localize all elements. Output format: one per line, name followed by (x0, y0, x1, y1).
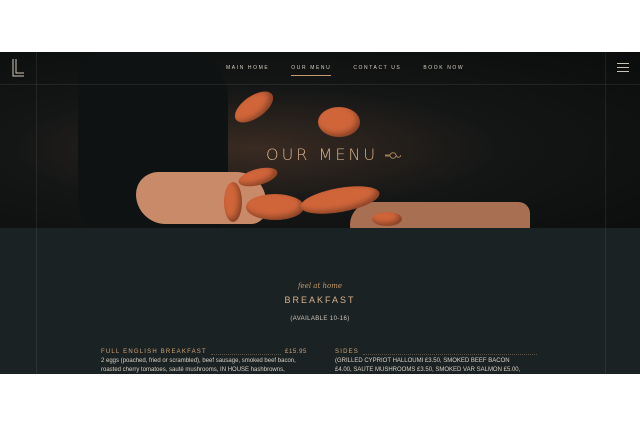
nav-item-book-now[interactable]: BOOK NOW (423, 65, 464, 71)
menu-item-description: 2 eggs (poached, fried or scrambled), be… (101, 358, 296, 364)
shrimp-image (246, 194, 304, 220)
menu-section: feel at home BREAKFAST (AVAILABLE 10-16)… (0, 228, 640, 374)
menu-item-price: £15.95 (285, 349, 307, 355)
nav-item-main-home[interactable]: MAIN HOME (226, 65, 269, 71)
shrimp-image (229, 85, 279, 129)
menu-item-leader (363, 350, 537, 355)
main-nav: MAIN HOME OUR MENU CONTACT US BOOK NOW (226, 65, 486, 76)
menu-item-description: roasted cherry tomatoes, sauté mushrooms… (101, 367, 285, 373)
menu-item-name: FULL ENGLISH BREAKFAST (101, 349, 207, 355)
nav-item-our-menu[interactable]: OUR MENU (291, 65, 332, 76)
shrimp-image (224, 182, 242, 222)
hero-banner: MAIN HOME OUR MENU CONTACT US BOOK NOW O… (0, 52, 640, 228)
shrimp-image (372, 212, 402, 226)
section-availability: (AVAILABLE 10-16) (290, 316, 350, 322)
page-frame: MAIN HOME OUR MENU CONTACT US BOOK NOW O… (0, 52, 640, 374)
grid-line (0, 84, 640, 85)
grid-line (605, 52, 606, 374)
page-title: OUR MENU (266, 145, 379, 164)
hamburger-menu-icon[interactable] (617, 63, 629, 73)
menu-item: SIDES (GRILLED CYPRIOT HALLOUMI £3.50, S… (335, 348, 541, 374)
grid-line (36, 52, 37, 374)
shrimp-image (318, 107, 360, 137)
menu-item: FULL ENGLISH BREAKFAST £15.95 2 eggs (po… (101, 348, 307, 374)
menu-item-leader (210, 350, 282, 355)
menu-item-name: SIDES (335, 349, 360, 355)
section-title: BREAKFAST (284, 295, 356, 305)
ornament-icon (385, 152, 401, 159)
nav-item-contact-us[interactable]: CONTACT US (353, 65, 401, 71)
logo-icon[interactable] (10, 58, 26, 78)
menu-item-description: £4.00, SAUTE MUSHROOMS £3.50, SMOKED VAR… (335, 367, 521, 373)
menu-item-description: (GRILLED CYPRIOT HALLOUMI £3.50, SMOKED … (335, 358, 510, 364)
section-script-label: feel at home (297, 282, 343, 290)
